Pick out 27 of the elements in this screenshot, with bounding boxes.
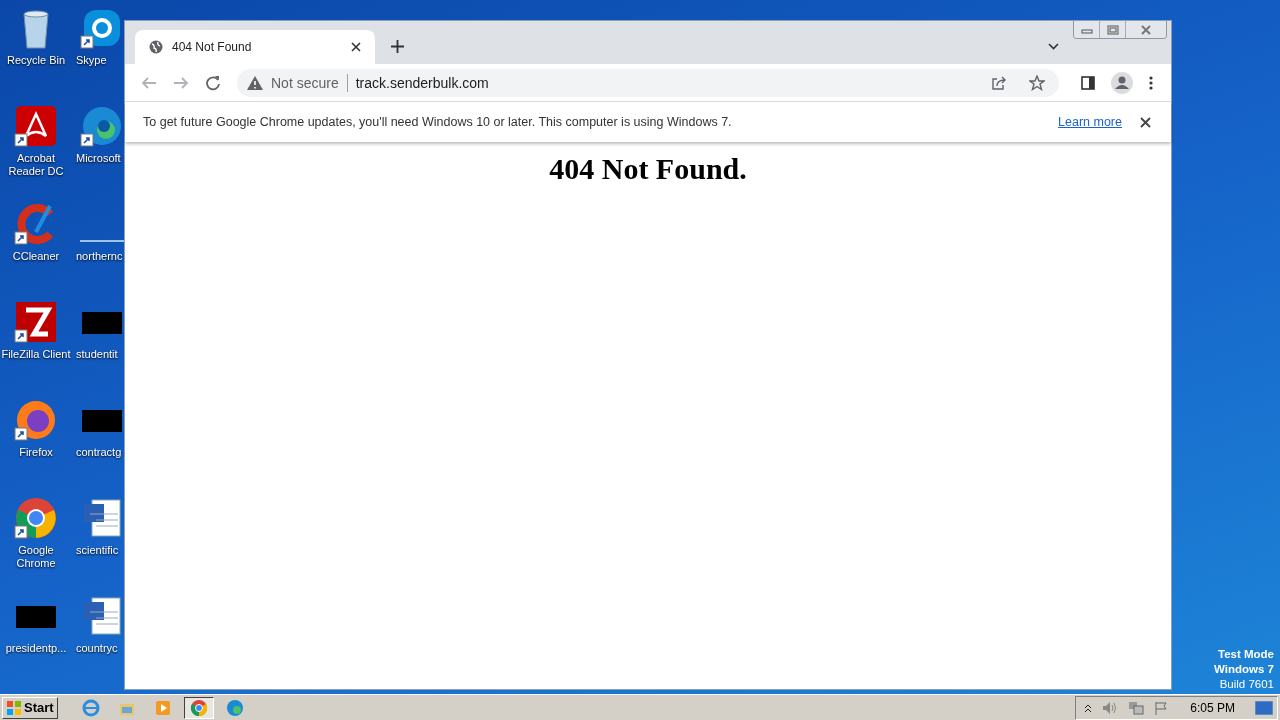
learn-more-link[interactable]: Learn more	[1058, 115, 1122, 129]
icon-label: contractg	[76, 446, 122, 459]
infobar-message: To get future Google Chrome updates, you'll need Windows 10 or later. This computer is using Windows 7.	[143, 115, 733, 129]
icon-label: Google Chrome	[15, 544, 57, 570]
icon-label: Acrobat Reader DC	[7, 152, 65, 178]
address-bar[interactable]: Not secure track.senderbulk.com	[237, 68, 1059, 97]
browser-tab[interactable]: 404 Not Found	[135, 30, 375, 64]
os-notice-text: Windows 7	[1214, 662, 1274, 677]
icon-label: countryc	[76, 642, 118, 655]
icon-label: Firefox	[19, 446, 53, 459]
icon-label: scientific	[76, 544, 119, 557]
security-label: Not secure	[271, 74, 339, 91]
icon-label: FileZilla Client	[1, 348, 71, 361]
icon-label: CCleaner	[12, 250, 60, 263]
page-heading: 404 Not Found.	[548, 152, 748, 186]
icon-label: studentit	[76, 348, 118, 361]
tab-title: 404 Not Found	[172, 40, 253, 54]
clock-time: 6:05 PM	[1190, 700, 1235, 715]
os-notice-text: Test Mode	[1218, 647, 1274, 662]
icon-label: Skype	[76, 54, 107, 67]
icon-label: Recycle Bin	[6, 54, 66, 67]
icon-label: Microsoft	[76, 152, 121, 165]
os-notice-text: Build 7601	[1219, 677, 1274, 692]
start-button[interactable]: Start	[2, 696, 58, 719]
url-text: track.senderbulk.com	[355, 74, 489, 91]
icon-label: northernc	[76, 250, 123, 263]
icon-label: presidentp...	[5, 642, 67, 655]
